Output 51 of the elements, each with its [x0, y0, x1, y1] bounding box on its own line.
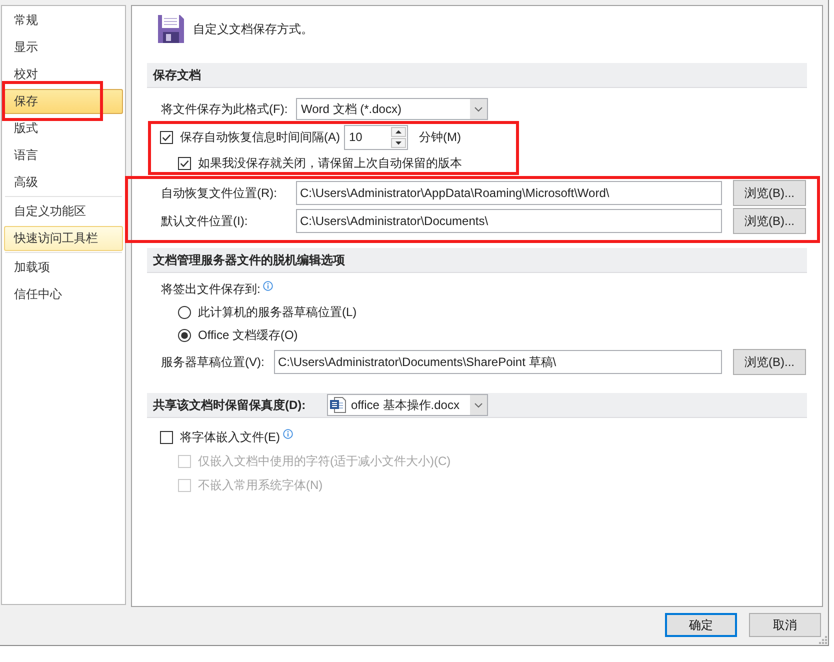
sidebar-item[interactable]: 显示 — [4, 35, 123, 60]
document-dropdown[interactable]: office 基本操作.docx — [327, 394, 488, 416]
path-field[interactable]: C:\Users\Administrator\Documents\SharePoint 草稿\ — [274, 350, 722, 374]
browse-button[interactable]: 浏览(B)... — [733, 208, 806, 234]
sidebar-item[interactable]: 自定义功能区 — [4, 199, 123, 224]
sidebar-item[interactable]: 校对 — [4, 62, 123, 87]
checkbox[interactable] — [178, 156, 191, 170]
resize-grip-icon[interactable] — [818, 635, 827, 644]
unit-label: 分钟(M) — [419, 128, 461, 146]
browse-button[interactable]: 浏览(B)... — [733, 349, 806, 375]
field-label: 服务器草稿位置(V): — [161, 354, 266, 370]
browse-button[interactable]: 浏览(B)... — [733, 180, 806, 206]
field-label: 将文件保存为此格式(F): — [161, 100, 289, 118]
dialog-button[interactable]: 取消 — [749, 613, 821, 637]
radio-label: Office 文档缓存(O) — [198, 326, 298, 344]
checkbox-label: 如果我没保存就关闭，请保留上次自动保留的版本 — [198, 154, 462, 172]
triangle-up-icon[interactable] — [391, 126, 406, 136]
path-field[interactable]: C:\Users\Administrator\AppData\Roaming\Microsoft\Word\ — [296, 181, 722, 205]
checkbox-label: 将字体嵌入文件(E) — [180, 428, 280, 446]
document-icon — [330, 397, 346, 413]
checkbox-label: 不嵌入常用系统字体(N) — [198, 476, 323, 494]
info-icon — [263, 281, 274, 291]
chevron-down-icon — [470, 99, 487, 119]
checkbox[interactable] — [160, 130, 173, 144]
format-dropdown[interactable]: Word 文档 (*.docx) — [296, 98, 488, 120]
sidebar-item[interactable]: 语言 — [4, 143, 123, 168]
path-field[interactable]: C:\Users\Administrator\Documents\ — [296, 209, 722, 233]
triangle-down-icon[interactable] — [391, 138, 406, 148]
sidebar-item[interactable]: 加载项 — [4, 255, 123, 280]
dialog-button[interactable]: 确定 — [665, 613, 737, 637]
section-title: 保存文档 — [153, 66, 201, 84]
section-title: 文档管理服务器文件的脱机编辑选项 — [153, 252, 345, 268]
field-label: 将签出文件保存到: — [161, 280, 260, 298]
radio-label: 此计算机的服务器草稿位置(L) — [198, 304, 357, 320]
description-text: 自定义文档保存方式。 — [193, 21, 313, 38]
checkbox-label: 仅嵌入文档中使用的字符(适于减小文件大小)(C) — [198, 452, 451, 470]
radio-button[interactable] — [178, 328, 191, 342]
checkbox[interactable] — [160, 430, 173, 444]
section-title: 共享该文档时保留保真度(D): — [153, 396, 307, 414]
sidebar-item[interactable]: 版式 — [4, 116, 123, 141]
checkbox-label: 保存自动恢复信息时间间隔(A) — [180, 128, 341, 146]
sidebar-item[interactable]: 保存 — [4, 89, 123, 114]
number-spinner[interactable]: 10 — [344, 124, 408, 150]
field-label: 自动恢复文件位置(R): — [161, 184, 278, 202]
radio-button[interactable] — [178, 306, 191, 318]
info-icon — [283, 429, 293, 439]
sidebar-item[interactable]: 高级 — [4, 170, 123, 195]
sidebar-item[interactable]: 常规 — [4, 8, 123, 33]
field-label: 默认文件位置(I): — [161, 212, 249, 230]
sidebar-item[interactable]: 快速访问工具栏 — [4, 226, 123, 251]
sidebar-item[interactable]: 信任中心 — [4, 282, 123, 307]
